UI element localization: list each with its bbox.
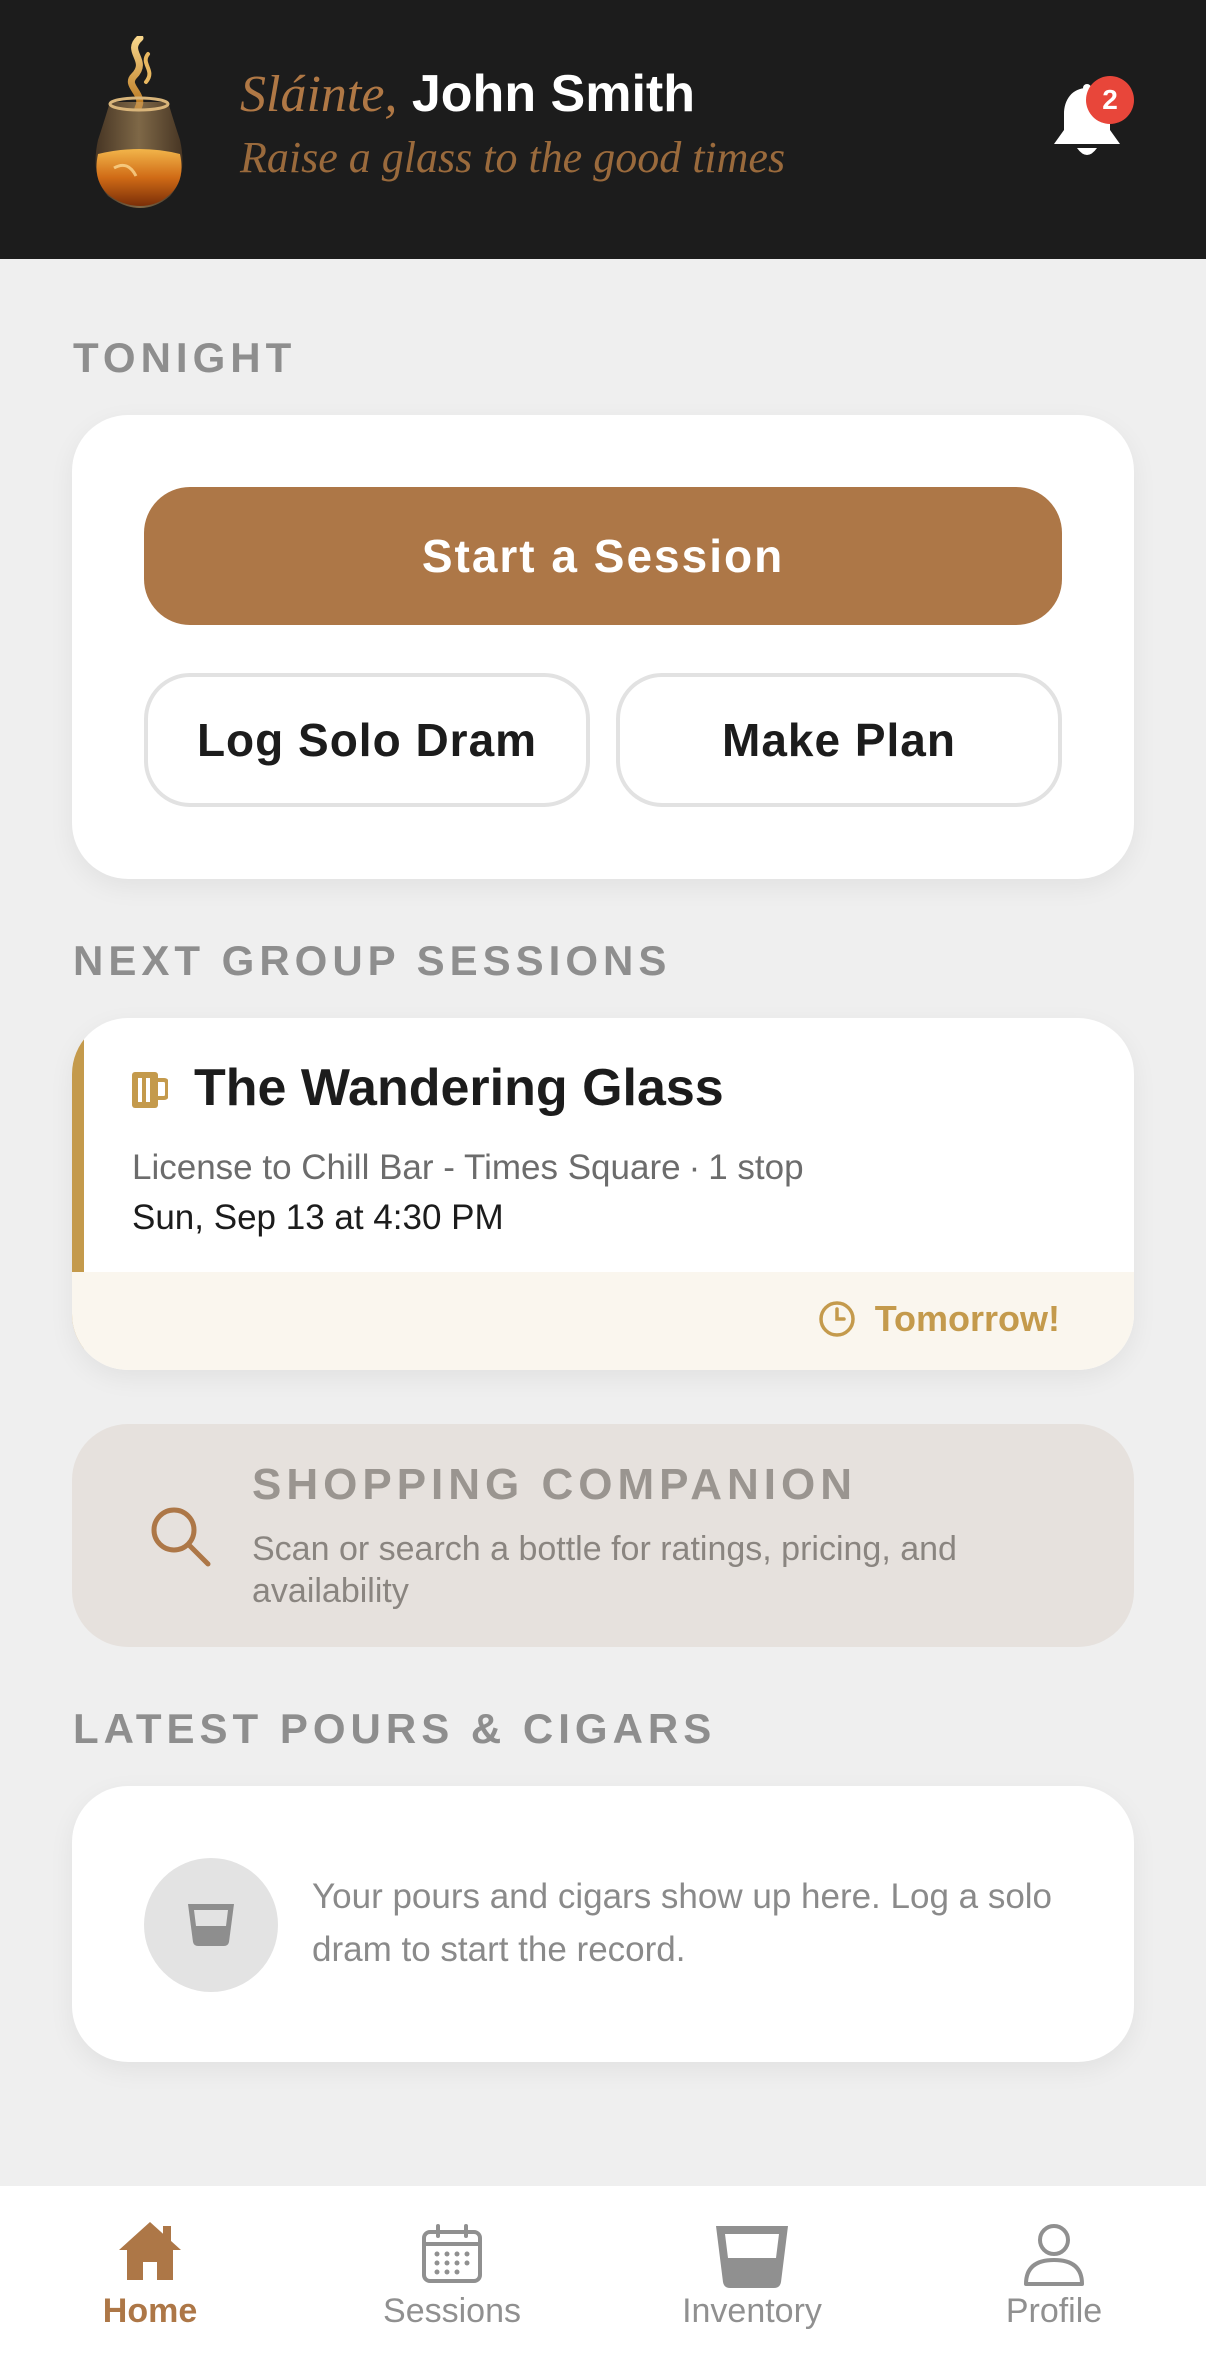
nav-label-inventory: Inventory xyxy=(682,2292,822,2330)
session-stops: 1 stop xyxy=(708,1148,804,1187)
shopping-companion-description: Scan or search a bottle for ratings, pri… xyxy=(252,1530,957,1610)
nav-label-sessions: Sessions xyxy=(383,2292,521,2330)
nav-item-sessions[interactable]: Sessions xyxy=(332,2186,572,2380)
start-session-button[interactable]: Start a Session xyxy=(144,487,1062,625)
section-label-group-sessions: NEXT GROUP SESSIONS xyxy=(73,937,672,984)
nav-item-profile[interactable]: Profile xyxy=(934,2186,1174,2380)
tumbler-glass-icon xyxy=(188,1904,234,1946)
latest-pours-card: Your pours and cigars show up here. Log … xyxy=(72,1786,1134,2062)
session-status: Tomorrow! xyxy=(874,1298,1060,1339)
group-session-card[interactable]: The Wandering Glass License to Chill Bar… xyxy=(72,1018,1134,1370)
session-separator: · xyxy=(688,1148,701,1187)
tonight-card: Start a Session Log Solo Dram Make Plan xyxy=(72,415,1134,879)
bottom-nav: Home Sessions Inventory Profile xyxy=(0,2186,1206,2380)
notification-badge: 2 xyxy=(1086,76,1134,124)
shopping-companion-card[interactable]: SHOPPING COMPANION Scan or search a bott… xyxy=(72,1424,1134,1647)
section-label-tonight: TONIGHT xyxy=(73,334,297,381)
user-name: John Smith xyxy=(411,65,695,123)
clock-icon xyxy=(819,1301,855,1337)
make-plan-button[interactable]: Make Plan xyxy=(616,673,1062,807)
app-header: Sláinte, John Smith Raise a glass to the… xyxy=(0,0,1206,259)
beer-mug-icon xyxy=(132,1072,168,1108)
session-title: The Wandering Glass xyxy=(194,1059,724,1117)
nav-label-home: Home xyxy=(102,2292,198,2330)
nav-label-profile: Profile xyxy=(1005,2292,1103,2330)
person-icon xyxy=(1024,2224,1084,2286)
whisky-glass-logo-icon xyxy=(95,36,183,208)
section-label-latest-pours: LATEST POURS & CIGARS xyxy=(73,1705,717,1752)
nav-item-inventory[interactable]: Inventory xyxy=(632,2186,872,2380)
session-date: Sun, Sep 13 at 4:30 PM xyxy=(132,1198,504,1237)
greeting: Sláinte, John Smith xyxy=(240,62,695,127)
session-venue-line: License to Chill Bar - Times Square · 1 st… xyxy=(132,1148,804,1188)
greeting-word: Sláinte, xyxy=(240,66,398,123)
log-solo-dram-button[interactable]: Log Solo Dram xyxy=(144,673,590,807)
session-venue: License to Chill Bar - Times Square xyxy=(132,1148,681,1187)
home-icon xyxy=(119,2222,181,2280)
empty-state-text: Your pours and cigars show up here. Log … xyxy=(312,1877,1053,1969)
tagline: Raise a glass to the good times xyxy=(240,133,786,182)
calendar-icon xyxy=(422,2224,482,2283)
nav-item-home[interactable]: Home xyxy=(30,2186,270,2380)
glass-icon xyxy=(716,2226,788,2288)
session-status-bar: Tomorrow! xyxy=(72,1272,1134,1370)
shopping-companion-title: SHOPPING COMPANION xyxy=(252,1460,858,1509)
search-icon xyxy=(151,1507,211,1567)
